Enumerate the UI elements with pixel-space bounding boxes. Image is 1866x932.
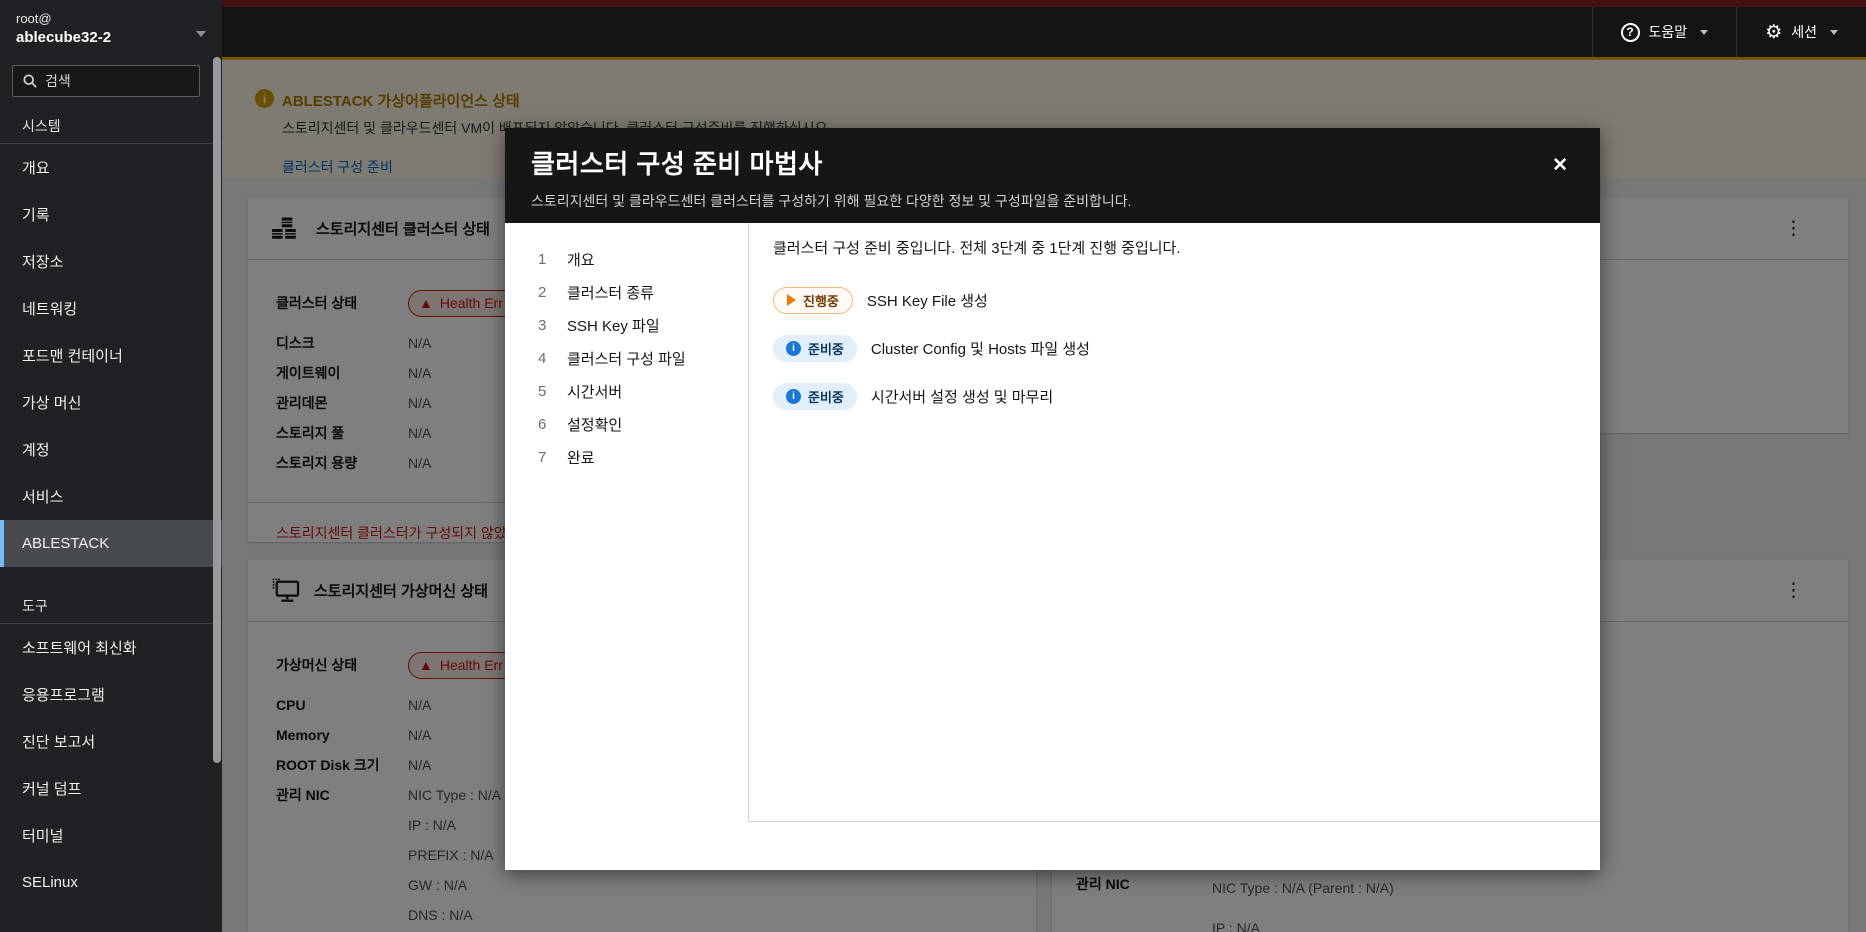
chevron-down-icon bbox=[1830, 29, 1838, 35]
sidebar: root@ ablecube32-2 검색 시스템 개요 기록 저장소 네트워킹… bbox=[0, 0, 222, 932]
sidebar-section-system: 시스템 bbox=[22, 118, 61, 134]
sidebar-item-storage[interactable]: 저장소 bbox=[0, 238, 222, 285]
wizard-main-panel: 클러스터 구성 준비 중입니다. 전체 3단계 중 1단계 진행 중입니다. 진… bbox=[749, 223, 1600, 822]
info-circle-icon: i bbox=[786, 388, 801, 404]
task-label: SSH Key File 생성 bbox=[866, 292, 988, 310]
search-input[interactable]: 검색 bbox=[12, 65, 200, 97]
wizard-step-confirm[interactable]: 6 설정확인 bbox=[505, 408, 748, 441]
sidebar-item-accounts[interactable]: 계정 bbox=[0, 426, 222, 473]
task-label: Cluster Config 및 Hosts 파일 생성 bbox=[870, 340, 1090, 358]
close-icon[interactable]: ✕ bbox=[1552, 154, 1568, 177]
sidebar-nav: 시스템 개요 기록 저장소 네트워킹 포드맨 컨테이너 가상 머신 계정 서비스… bbox=[0, 109, 222, 906]
session-menu[interactable]: ⚙ 세션 bbox=[1736, 7, 1866, 57]
wizard-footer bbox=[505, 822, 1600, 870]
account-menu[interactable]: root@ ablecube32-2 bbox=[0, 0, 222, 55]
wizard-step-ssh-key[interactable]: 3 SSH Key 파일 bbox=[505, 309, 748, 342]
pending-badge: i 준비중 bbox=[773, 382, 857, 410]
sidebar-item-virtual-machines[interactable]: 가상 머신 bbox=[0, 379, 222, 426]
task-ssh-key: 진행중 SSH Key File 생성 bbox=[773, 276, 1572, 324]
sidebar-item-terminal[interactable]: 터미널 bbox=[0, 812, 222, 859]
question-circle-icon: ? bbox=[1620, 22, 1640, 42]
wizard-step-time-server[interactable]: 5 시간서버 bbox=[505, 375, 748, 408]
sidebar-item-logs[interactable]: 기록 bbox=[0, 191, 222, 238]
cluster-wizard-modal: 클러스터 구성 준비 마법사 스토리지센터 및 클라우드센터 클러스터를 구성하… bbox=[505, 128, 1600, 870]
sidebar-item-diagnostic-reports[interactable]: 진단 보고서 bbox=[0, 718, 222, 765]
info-circle-icon: i bbox=[786, 340, 801, 356]
masthead: ? 도움말 ⚙ 세션 bbox=[222, 0, 1866, 57]
wizard-step-cluster-config[interactable]: 4 클러스터 구성 파일 bbox=[505, 342, 748, 375]
sidebar-section-tools: 도구 bbox=[22, 598, 48, 614]
wizard-step-overview[interactable]: 1 개요 bbox=[505, 243, 748, 276]
sidebar-item-selinux[interactable]: SELinux bbox=[0, 859, 222, 906]
sidebar-item-overview[interactable]: 개요 bbox=[0, 144, 222, 191]
session-label: 세션 bbox=[1791, 24, 1817, 40]
search-icon bbox=[23, 74, 37, 88]
play-icon bbox=[787, 294, 796, 306]
sidebar-item-software-updates[interactable]: 소프트웨어 최신화 bbox=[0, 624, 222, 671]
task-label: 시간서버 설정 생성 및 마무리 bbox=[870, 388, 1054, 406]
wizard-step-nav: 1 개요 2 클러스터 종류 3 SSH Key 파일 4 클러스터 구성 파일 5 시간… bbox=[505, 223, 749, 822]
wizard-step-done[interactable]: 7 완료 bbox=[505, 441, 748, 474]
sidebar-item-kernel-dump[interactable]: 커널 덤프 bbox=[0, 765, 222, 812]
sidebar-item-networking[interactable]: 네트워킹 bbox=[0, 285, 222, 332]
sidebar-scrollbar[interactable] bbox=[213, 57, 221, 763]
wizard-subtitle: 스토리지센터 및 클라우드센터 클러스터를 구성하기 위해 필요한 다양한 정보… bbox=[531, 193, 1132, 209]
task-time-server: i 준비중 시간서버 설정 생성 및 마무리 bbox=[773, 372, 1572, 420]
help-label: 도움말 bbox=[1648, 24, 1688, 40]
wizard-step-cluster-type[interactable]: 2 클러스터 종류 bbox=[505, 276, 748, 309]
account-user: root@ bbox=[16, 11, 52, 26]
running-badge: 진행중 bbox=[773, 286, 853, 314]
sidebar-item-podman[interactable]: 포드맨 컨테이너 bbox=[0, 332, 222, 379]
sidebar-item-services[interactable]: 서비스 bbox=[0, 473, 222, 520]
wizard-title: 클러스터 구성 준비 마법사 bbox=[531, 149, 823, 179]
search-placeholder: 검색 bbox=[45, 73, 71, 89]
masthead-accent-strip bbox=[222, 0, 1866, 7]
wizard-header: 클러스터 구성 준비 마법사 스토리지센터 및 클라우드센터 클러스터를 구성하… bbox=[505, 128, 1600, 223]
wizard-progress-text: 클러스터 구성 준비 중입니다. 전체 3단계 중 1단계 진행 중입니다. bbox=[773, 240, 1181, 257]
sidebar-item-ablestack[interactable]: ABLESTACK bbox=[0, 520, 222, 567]
pending-badge: i 준비중 bbox=[773, 334, 857, 362]
help-menu[interactable]: ? 도움말 bbox=[1591, 7, 1737, 57]
chevron-down-icon bbox=[1700, 29, 1709, 35]
account-host: ablecube32-2 bbox=[16, 29, 112, 46]
sidebar-item-applications[interactable]: 응용프로그램 bbox=[0, 671, 222, 718]
chevron-down-icon bbox=[196, 24, 206, 42]
task-cluster-config: i 준비중 Cluster Config 및 Hosts 파일 생성 bbox=[773, 324, 1572, 372]
app-screen: root@ ablecube32-2 검색 시스템 개요 기록 저장소 네트워킹… bbox=[0, 0, 1866, 932]
gear-icon: ⚙ bbox=[1765, 21, 1783, 43]
